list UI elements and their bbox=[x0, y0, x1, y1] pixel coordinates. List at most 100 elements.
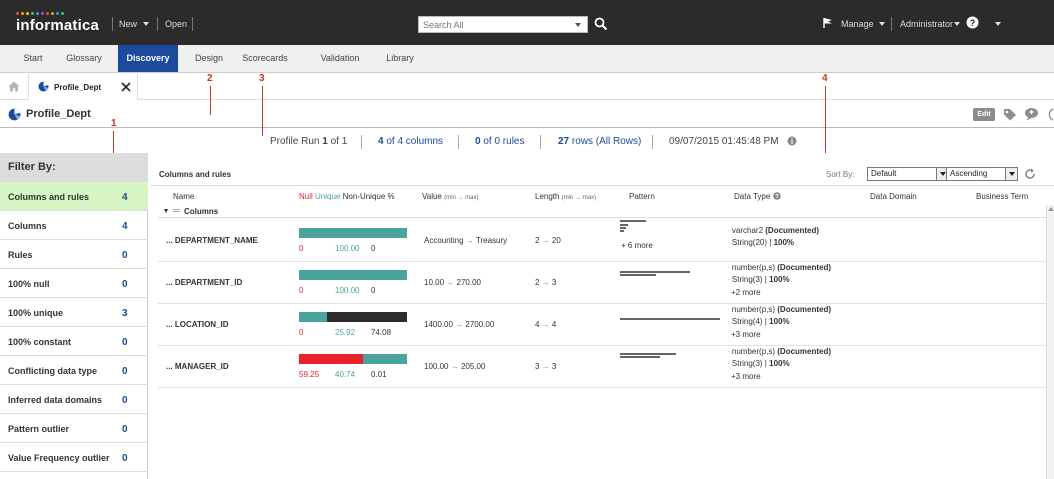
profile-bar[interactable] bbox=[299, 228, 407, 238]
header-data-domain[interactable]: Data Domain bbox=[870, 192, 917, 201]
null-value: 0 bbox=[299, 286, 304, 295]
data-type-documented[interactable]: · number(p,s) (Documented) bbox=[727, 263, 831, 272]
table-row[interactable]: ... LOCATION_ID 0 25.92 74.08 1400.00 → 2700… bbox=[158, 304, 1046, 346]
tag-icon[interactable] bbox=[1003, 108, 1017, 121]
new-menu-caret-icon[interactable] bbox=[143, 22, 149, 26]
data-type-more-link[interactable]: +3 more bbox=[731, 330, 761, 339]
table-row[interactable]: ... MANAGER_ID 59.25 40.74 0.01 100.00 → 205… bbox=[158, 346, 1046, 388]
profile-bar[interactable] bbox=[299, 354, 407, 364]
logo-dot bbox=[21, 12, 24, 15]
sort-by-select[interactable]: Default bbox=[867, 167, 949, 181]
filter-inferred-data-domains[interactable]: Inferred data domains 0 bbox=[0, 385, 148, 414]
header-length[interactable]: Length (min → max) bbox=[535, 192, 596, 201]
search-box[interactable] bbox=[418, 16, 588, 33]
search-input[interactable] bbox=[419, 17, 569, 32]
columns-group-header[interactable]: Columns bbox=[158, 204, 1046, 218]
data-type-inferred[interactable]: · String(4) | 100% bbox=[727, 317, 790, 326]
open-menu[interactable]: Open bbox=[165, 19, 187, 29]
table-row[interactable]: ... DEPARTMENT_ID 0 100.00 0 10.00 → 270.00 2… bbox=[158, 262, 1046, 304]
data-type-documented[interactable]: · varchar2 (Documented) bbox=[727, 226, 819, 235]
filter-label: Inferred data domains bbox=[8, 395, 103, 405]
help-icon[interactable]: ? bbox=[966, 16, 979, 29]
filter-pattern-outlier[interactable]: Pattern outlier 0 bbox=[0, 414, 148, 443]
filter-100-constant[interactable]: 100% constant 0 bbox=[0, 327, 148, 356]
search-scope-caret-icon[interactable] bbox=[575, 23, 581, 27]
filter-100-null[interactable]: 100% null 0 bbox=[0, 269, 148, 298]
pattern-bar[interactable] bbox=[620, 271, 690, 273]
data-type-percent: 100% bbox=[769, 359, 790, 368]
column-name[interactable]: ... DEPARTMENT_ID bbox=[166, 278, 242, 287]
header-value[interactable]: Value (min → max) bbox=[422, 192, 478, 201]
close-icon[interactable] bbox=[121, 82, 131, 92]
user-menu[interactable]: Administrator bbox=[900, 19, 953, 29]
rows-count[interactable]: 27 rows (All Rows) bbox=[558, 136, 641, 147]
help-caret-icon[interactable] bbox=[995, 22, 1001, 26]
filter-conflicting-data-type[interactable]: Conflicting data type 0 bbox=[0, 356, 148, 385]
column-name[interactable]: ... MANAGER_ID bbox=[166, 362, 229, 371]
data-type-inferred[interactable]: · String(3) | 100% bbox=[727, 275, 790, 284]
manage-menu[interactable]: Manage bbox=[841, 19, 874, 29]
column-name[interactable]: ... LOCATION_ID bbox=[166, 320, 229, 329]
more-icon[interactable] bbox=[1046, 108, 1054, 121]
data-type-documented[interactable]: · number(p,s) (Documented) bbox=[727, 305, 831, 314]
filter-100-unique[interactable]: 100% unique 3 bbox=[0, 298, 148, 327]
info-icon[interactable] bbox=[787, 136, 797, 146]
data-type-more-link[interactable]: +3 more bbox=[731, 372, 761, 381]
sort-order-select[interactable]: Ascending bbox=[946, 167, 1018, 181]
tab-library[interactable]: Library bbox=[377, 45, 423, 72]
tab-validation[interactable]: Validation bbox=[311, 45, 369, 72]
column-name[interactable]: ... DEPARTMENT_NAME bbox=[166, 236, 258, 245]
length-min: 2 bbox=[535, 278, 540, 287]
pattern-more-link[interactable]: + 6 more bbox=[621, 241, 653, 250]
header-business-term[interactable]: Business Term bbox=[976, 192, 1028, 201]
pattern-bar[interactable] bbox=[620, 220, 646, 222]
data-type-documented[interactable]: · number(p,s) (Documented) bbox=[727, 347, 831, 356]
flag-icon[interactable] bbox=[822, 17, 834, 29]
filter-columns-and-rules[interactable]: Columns and rules 4 bbox=[0, 182, 148, 211]
comment-icon[interactable] bbox=[1024, 107, 1039, 121]
vertical-scrollbar[interactable] bbox=[1046, 205, 1054, 479]
edit-button[interactable]: Edit bbox=[973, 108, 995, 121]
pattern-bar[interactable] bbox=[620, 230, 624, 232]
profile-bar[interactable] bbox=[299, 312, 407, 322]
length-range: 2 → 20 bbox=[535, 236, 561, 245]
home-icon[interactable] bbox=[8, 81, 20, 92]
data-type-inferred[interactable]: · String(20) | 100% bbox=[727, 238, 794, 247]
tab-design[interactable]: Design bbox=[188, 45, 230, 72]
tab-glossary[interactable]: Glossary bbox=[60, 45, 108, 72]
pattern-bar[interactable] bbox=[620, 318, 720, 320]
pattern-bar[interactable] bbox=[620, 274, 656, 276]
columns-count[interactable]: 4 of 4 columns bbox=[378, 136, 443, 147]
help-icon[interactable]: ? bbox=[772, 192, 781, 201]
header-profile-stats[interactable]: Null Unique Non-Unique % bbox=[299, 192, 395, 201]
data-type-more-link[interactable]: +2 more bbox=[731, 288, 761, 297]
search-icon[interactable] bbox=[594, 17, 608, 31]
scroll-up-icon[interactable] bbox=[1048, 207, 1054, 211]
filter-value-frequency-outlier[interactable]: Value Frequency outlier 0 bbox=[0, 443, 148, 472]
doc-tab-profile-dept[interactable]: Profile_Dept bbox=[28, 74, 138, 100]
profile-bar[interactable] bbox=[299, 270, 407, 280]
pattern-bar[interactable] bbox=[620, 227, 626, 229]
filter-rules[interactable]: Rules 0 bbox=[0, 240, 148, 269]
tab-scorecards[interactable]: Scorecards bbox=[234, 45, 296, 72]
header-data-type[interactable]: Data Type ? bbox=[734, 192, 781, 201]
new-menu[interactable]: New bbox=[119, 19, 137, 29]
pattern-bar[interactable] bbox=[620, 224, 628, 226]
tab-start[interactable]: Start bbox=[14, 45, 52, 72]
manage-caret-icon[interactable] bbox=[879, 22, 885, 26]
chevron-down-icon[interactable] bbox=[1005, 168, 1017, 180]
data-type-inferred[interactable]: · String(3) | 100% bbox=[727, 359, 790, 368]
header-pattern[interactable]: Pattern bbox=[629, 192, 655, 201]
header-name[interactable]: Name bbox=[173, 192, 194, 201]
profile-run-info[interactable]: Profile Run 1 of 1 bbox=[270, 136, 347, 147]
user-caret-icon[interactable] bbox=[954, 22, 960, 26]
pattern-bar[interactable] bbox=[620, 356, 660, 358]
informatica-logo[interactable]: informatica bbox=[16, 12, 108, 36]
rules-count[interactable]: 0 of 0 rules bbox=[475, 136, 524, 147]
table-row[interactable]: ... DEPARTMENT_NAME 0 100.00 0 Accounting → … bbox=[158, 220, 1046, 262]
collapse-icon[interactable] bbox=[164, 209, 168, 213]
pattern-bar[interactable] bbox=[620, 353, 676, 355]
refresh-icon[interactable] bbox=[1024, 168, 1036, 180]
tab-discovery[interactable]: Discovery bbox=[118, 45, 178, 72]
filter-columns[interactable]: Columns 4 bbox=[0, 211, 148, 240]
